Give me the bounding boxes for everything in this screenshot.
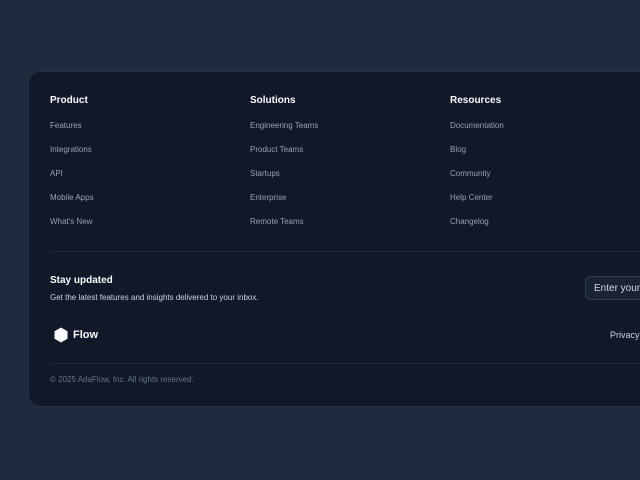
list-item: Remote Teams bbox=[250, 214, 318, 238]
footer-logo[interactable]: Flow bbox=[54, 327, 98, 343]
footer-link-whats-new[interactable]: What's New bbox=[50, 217, 92, 226]
list-item: Documentation bbox=[450, 118, 504, 142]
newsletter-subtitle: Get the latest features and insights del… bbox=[50, 293, 259, 302]
footer-link-mobile-apps[interactable]: Mobile Apps bbox=[50, 193, 94, 202]
footer-link-changelog[interactable]: Changelog bbox=[450, 217, 489, 226]
list-item: Help Center bbox=[450, 190, 504, 214]
footer-link-engineering-teams[interactable]: Engineering Teams bbox=[250, 121, 318, 130]
footer-link-community[interactable]: Community bbox=[450, 169, 490, 178]
copyright-text: © 2025 AdaFlow, Inc. All rights reserved… bbox=[50, 375, 194, 384]
list-item: API bbox=[50, 166, 94, 190]
footer-link-startups[interactable]: Startups bbox=[250, 169, 280, 178]
newsletter-title: Stay updated bbox=[50, 275, 113, 286]
list-item: Integrations bbox=[50, 142, 94, 166]
list-item: Product Teams bbox=[250, 142, 318, 166]
footer-link-documentation[interactable]: Documentation bbox=[450, 121, 504, 130]
column-title: Product bbox=[50, 95, 88, 106]
page: Product Features Integrations API Mobile… bbox=[0, 0, 640, 480]
footer-link-remote-teams[interactable]: Remote Teams bbox=[250, 217, 304, 226]
link-list: Documentation Blog Community Help Center… bbox=[450, 118, 504, 238]
list-item: Engineering Teams bbox=[250, 118, 318, 142]
list-item: Enterprise bbox=[250, 190, 318, 214]
list-item: Blog bbox=[450, 142, 504, 166]
footer-link-features[interactable]: Features bbox=[50, 121, 82, 130]
site-footer: Product Features Integrations API Mobile… bbox=[28, 71, 640, 407]
footer-column-resources: Resources Documentation Blog Community H… bbox=[450, 95, 504, 238]
footer-column-solutions: Solutions Engineering Teams Product Team… bbox=[250, 95, 318, 238]
footer-link-enterprise[interactable]: Enterprise bbox=[250, 193, 286, 202]
footer-link-blog[interactable]: Blog bbox=[450, 145, 466, 154]
list-item: What's New bbox=[50, 214, 94, 238]
column-title: Solutions bbox=[250, 95, 296, 106]
footer-column-product: Product Features Integrations API Mobile… bbox=[50, 95, 94, 238]
list-item: Changelog bbox=[450, 214, 504, 238]
brand-name: Flow bbox=[73, 329, 99, 341]
link-list: Engineering Teams Product Teams Startups… bbox=[250, 118, 318, 238]
privacy-link[interactable]: Privacy bbox=[610, 330, 640, 340]
list-item: Startups bbox=[250, 166, 318, 190]
footer-link-integrations[interactable]: Integrations bbox=[50, 145, 92, 154]
footer-link-product-teams[interactable]: Product Teams bbox=[250, 145, 303, 154]
divider bbox=[50, 363, 640, 364]
hexagon-icon bbox=[54, 327, 68, 343]
footer-link-help-center[interactable]: Help Center bbox=[450, 193, 493, 202]
link-list: Features Integrations API Mobile Apps Wh… bbox=[50, 118, 94, 238]
newsletter-email-input[interactable] bbox=[585, 276, 640, 300]
column-title: Resources bbox=[450, 95, 502, 106]
list-item: Community bbox=[450, 166, 504, 190]
list-item: Features bbox=[50, 118, 94, 142]
divider bbox=[50, 251, 640, 252]
list-item: Mobile Apps bbox=[50, 190, 94, 214]
footer-link-api[interactable]: API bbox=[50, 169, 63, 178]
